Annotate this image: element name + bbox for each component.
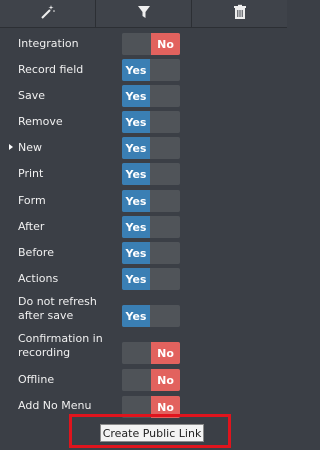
toggle-remove[interactable]: Yes bbox=[122, 111, 180, 133]
toggle-yes: Yes bbox=[122, 268, 150, 290]
toggle-yes: Yes bbox=[122, 305, 150, 327]
toggle-after[interactable]: Yes bbox=[122, 216, 180, 238]
setting-label: Print bbox=[18, 167, 44, 180]
toggle-before[interactable]: Yes bbox=[122, 242, 180, 264]
setting-label: Remove bbox=[18, 115, 63, 128]
toggle-yes: Yes bbox=[122, 242, 150, 264]
toggle-yes: Yes bbox=[122, 85, 150, 107]
toggle-track bbox=[122, 342, 151, 364]
toggle-no: No bbox=[151, 33, 180, 55]
highlight-box: Create Public Link bbox=[69, 414, 231, 448]
toggle-track bbox=[122, 33, 151, 55]
toggle-integration[interactable]: No bbox=[122, 33, 180, 55]
setting-label: Offline bbox=[18, 373, 55, 386]
toggle-do-not-refresh[interactable]: Yes bbox=[122, 305, 180, 327]
setting-label: After bbox=[18, 220, 45, 233]
setting-label: Do not refresh after save bbox=[18, 295, 97, 322]
toggle-track bbox=[122, 369, 151, 391]
toggle-print[interactable]: Yes bbox=[122, 163, 180, 185]
toggle-yes: Yes bbox=[122, 216, 150, 238]
toggle-yes: Yes bbox=[122, 137, 150, 159]
magic-wand-icon bbox=[40, 4, 56, 23]
toggle-new[interactable]: Yes bbox=[122, 137, 180, 159]
toggle-no: No bbox=[151, 369, 180, 391]
delete-button[interactable] bbox=[192, 0, 287, 27]
setting-label: Actions bbox=[18, 272, 59, 285]
setting-label: Confirmation in recording bbox=[18, 332, 103, 359]
toggle-yes: Yes bbox=[122, 59, 150, 81]
setting-label: Form bbox=[18, 194, 46, 207]
toggle-yes: Yes bbox=[122, 163, 150, 185]
toggle-actions[interactable]: Yes bbox=[122, 268, 180, 290]
setting-label: New bbox=[18, 141, 42, 154]
toggle-record-field[interactable]: Yes bbox=[122, 59, 180, 81]
filter-icon bbox=[136, 4, 152, 23]
toggle-yes: Yes bbox=[122, 190, 150, 212]
toggle-yes: Yes bbox=[122, 111, 150, 133]
selected-arrow-icon bbox=[9, 144, 13, 150]
filter-button[interactable] bbox=[96, 0, 192, 27]
setting-label: Before bbox=[18, 246, 54, 259]
create-public-link-button[interactable]: Create Public Link bbox=[100, 424, 204, 442]
trash-icon bbox=[232, 4, 248, 23]
setting-label: Add No Menu bbox=[18, 399, 92, 412]
magic-wand-button[interactable] bbox=[0, 0, 96, 27]
toggle-confirmation[interactable]: No bbox=[122, 342, 180, 364]
setting-label: Save bbox=[18, 89, 46, 102]
setting-label: Record field bbox=[18, 63, 84, 76]
toggle-no: No bbox=[151, 342, 180, 364]
toggle-form[interactable]: Yes bbox=[122, 190, 180, 212]
toolbar bbox=[0, 0, 287, 28]
toggle-save[interactable]: Yes bbox=[122, 85, 180, 107]
setting-label: Integration bbox=[18, 37, 79, 50]
toggle-offline[interactable]: No bbox=[122, 369, 180, 391]
